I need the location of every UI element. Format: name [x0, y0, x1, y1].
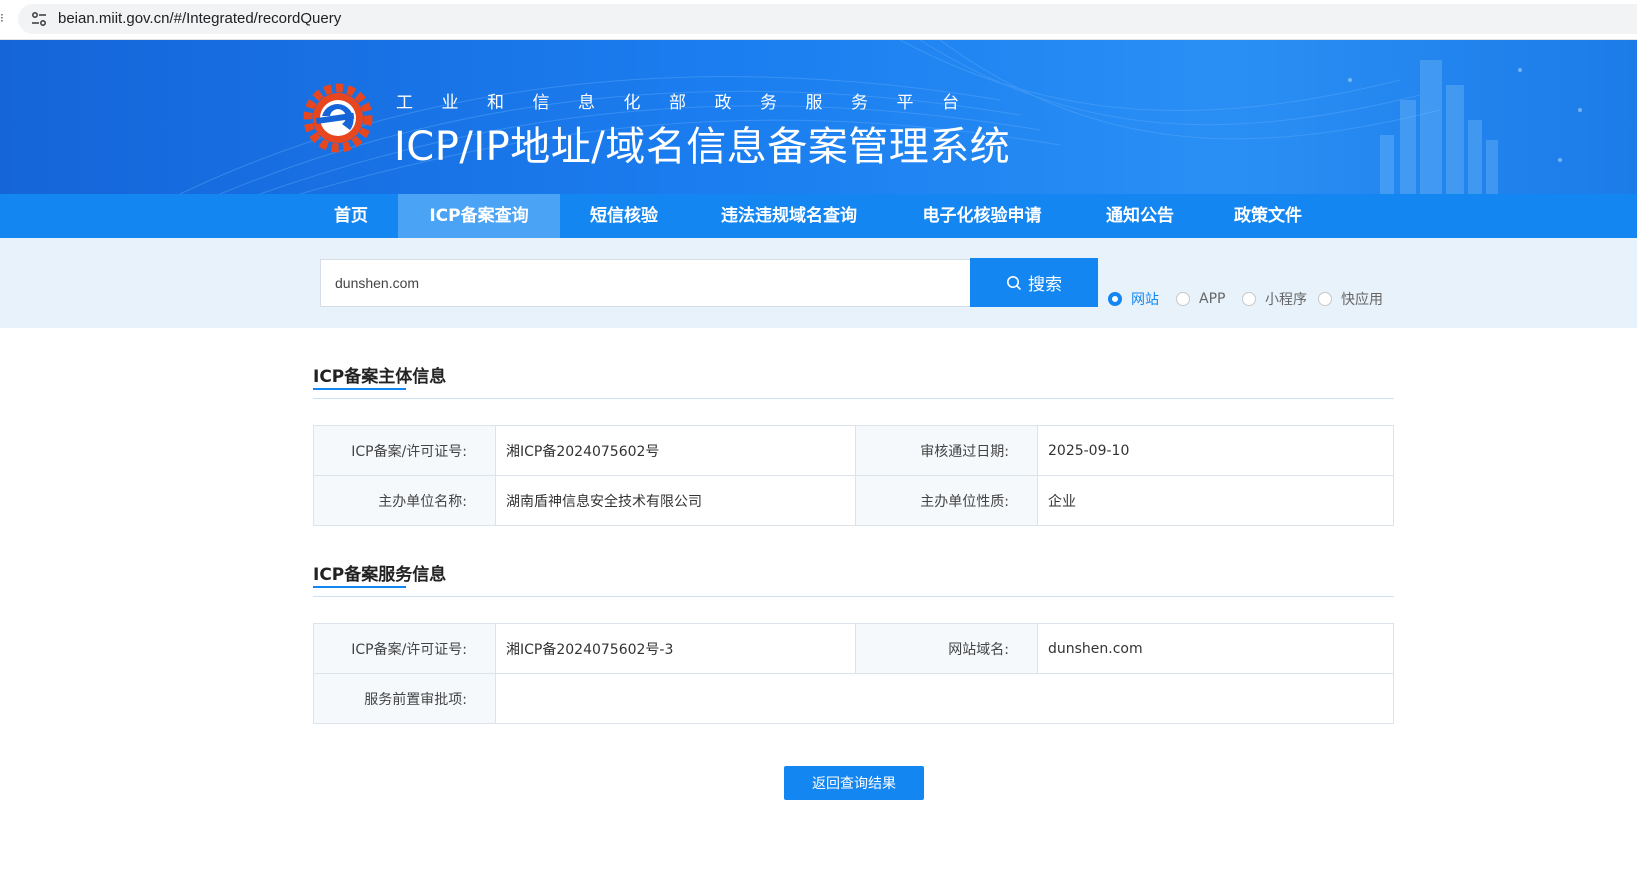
subject-info-rule [313, 398, 1394, 399]
table-row: 主办单位名称: 湖南盾神信息安全技术有限公司 主办单位性质: 企业 [313, 475, 1394, 526]
nav-item-policies[interactable]: 政策文件 [1226, 194, 1310, 238]
search-input[interactable] [320, 259, 970, 307]
search-band: 搜索 网站 APP 小程序 快应用 [0, 238, 1637, 328]
service-info-underline [313, 586, 406, 588]
service-license-label: ICP备案/许可证号: [313, 623, 496, 674]
nav-item-illegal-domain[interactable]: 违法违规域名查询 [712, 194, 866, 238]
license-value: 湘ICP备2024075602号 [495, 425, 856, 476]
search-icon [1007, 275, 1022, 290]
org-type-value: 企业 [1037, 475, 1394, 526]
nav-item-home[interactable]: 首页 [318, 194, 384, 238]
subject-info-underline [313, 388, 406, 390]
address-pill[interactable]: beian.miit.gov.cn/#/Integrated/recordQue… [18, 4, 1637, 34]
radio-dot [1176, 292, 1190, 306]
service-info-title: ICP备案服务信息 [313, 565, 447, 585]
radio-label: 快应用 [1341, 292, 1383, 308]
radio-website[interactable]: 网站 [1108, 289, 1159, 309]
radio-app[interactable]: APP [1176, 289, 1225, 309]
radio-dot [1318, 292, 1332, 306]
pre-approval-value [495, 673, 1394, 724]
org-name-label: 主办单位名称: [313, 475, 496, 526]
browser-address-bar: ⁝ beian.miit.gov.cn/#/Integrated/recordQ… [0, 0, 1637, 40]
service-info-rule [313, 596, 1394, 597]
radio-label: 小程序 [1265, 292, 1307, 308]
search-button-label: 搜索 [1028, 275, 1062, 295]
table-row: ICP备案/许可证号: 湘ICP备2024075602号-3 网站域名: dun… [313, 623, 1394, 674]
search-button[interactable]: 搜索 [970, 258, 1098, 307]
service-info-table: ICP备案/许可证号: 湘ICP备2024075602号-3 网站域名: dun… [313, 623, 1394, 724]
radio-dot [1108, 292, 1122, 306]
approval-date-label: 审核通过日期: [855, 425, 1038, 476]
table-row: ICP备案/许可证号: 湘ICP备2024075602号 审核通过日期: 202… [313, 425, 1394, 476]
table-row: 服务前置审批项: [313, 673, 1394, 724]
domain-value: dunshen.com [1037, 623, 1394, 674]
license-label: ICP备案/许可证号: [313, 425, 496, 476]
nav-item-icp-query[interactable]: ICP备案查询 [398, 194, 560, 238]
nav-item-e-verify[interactable]: 电子化核验申请 [912, 194, 1052, 238]
url-text[interactable]: beian.miit.gov.cn/#/Integrated/recordQue… [58, 8, 341, 30]
window-edge-marker: ⁝ [0, 11, 4, 25]
approval-date-value: 2025-09-10 [1037, 425, 1394, 476]
org-name-value: 湖南盾神信息安全技术有限公司 [495, 475, 856, 526]
platform-subtitle: 工业和信息化部政务服务平台 [396, 93, 988, 113]
nav-item-sms-verify[interactable]: 短信核验 [580, 194, 668, 238]
domain-label: 网站域名: [855, 623, 1038, 674]
service-license-value: 湘ICP备2024075602号-3 [495, 623, 856, 674]
radio-label: APP [1199, 291, 1226, 307]
miit-gear-logo [303, 83, 373, 153]
radio-quick-app[interactable]: 快应用 [1318, 289, 1383, 309]
tune-icon[interactable] [30, 10, 48, 28]
nav-item-notices[interactable]: 通知公告 [1098, 194, 1182, 238]
org-type-label: 主办单位性质: [855, 475, 1038, 526]
subject-info-table: ICP备案/许可证号: 湘ICP备2024075602号 审核通过日期: 202… [313, 425, 1394, 526]
pre-approval-label: 服务前置审批项: [313, 673, 496, 724]
system-title: ICP/IP地址/域名信息备案管理系统 [394, 124, 1011, 170]
radio-mini-program[interactable]: 小程序 [1242, 289, 1307, 309]
radio-dot [1242, 292, 1256, 306]
main-nav: 首页 ICP备案查询 短信核验 违法违规域名查询 电子化核验申请 通知公告 政策… [0, 194, 1637, 238]
radio-label: 网站 [1131, 292, 1159, 308]
subject-info-title: ICP备案主体信息 [313, 367, 447, 387]
header-banner: 工业和信息化部政务服务平台 ICP/IP地址/域名信息备案管理系统 [0, 40, 1637, 194]
back-to-results-button[interactable]: 返回查询结果 [784, 766, 924, 800]
